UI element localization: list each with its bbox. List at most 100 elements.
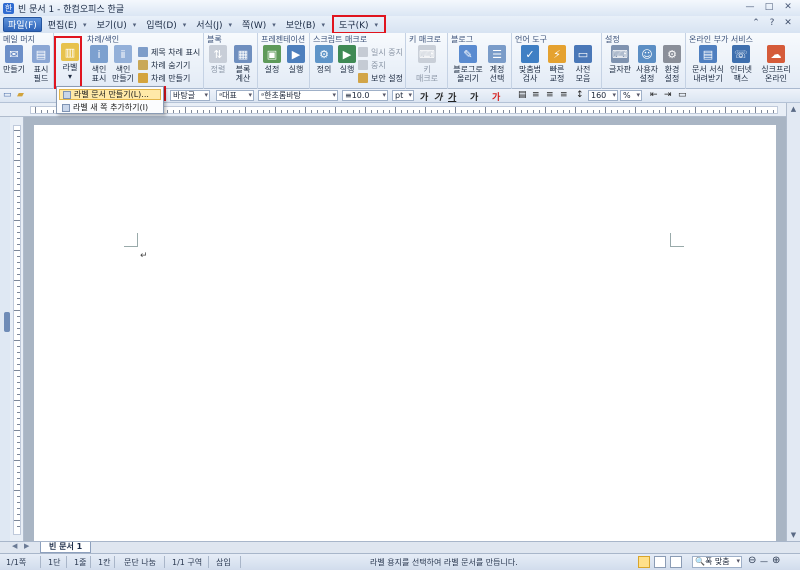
create-merge-button[interactable]: ✉ 만들기 bbox=[1, 45, 27, 74]
vertical-ruler[interactable] bbox=[10, 117, 24, 541]
menu-security[interactable]: 보안(B) ▾ bbox=[282, 17, 329, 32]
tab-scroll-right-icon[interactable]: ▶ bbox=[24, 542, 29, 550]
outdent-icon[interactable]: ⇤ bbox=[650, 90, 658, 100]
zoom-input[interactable]: 160 bbox=[588, 90, 618, 101]
page-icon[interactable]: ▭ bbox=[678, 90, 687, 100]
button-label: 온라인 bbox=[764, 74, 788, 83]
security-setting-button[interactable]: 보안 설정 bbox=[358, 72, 403, 84]
ruler-tick bbox=[497, 110, 498, 113]
side-panel-handle[interactable] bbox=[4, 312, 10, 332]
menu-format[interactable]: 서식(J) ▾ bbox=[192, 17, 236, 32]
keyboard-icon: ⌨ bbox=[611, 45, 629, 63]
ruler-tick bbox=[17, 184, 20, 185]
bold-button[interactable]: 가 bbox=[420, 90, 428, 103]
presentation-setting-button[interactable]: ▣ 설정 bbox=[259, 45, 285, 74]
zoom-in-icon[interactable]: ⊕ bbox=[772, 555, 780, 566]
blog-post-button[interactable]: ✎ 블로그로 올리기 bbox=[452, 45, 484, 83]
create-label-doc-item[interactable]: 라벨 문서 만들기(L)... bbox=[59, 89, 161, 100]
ruler-tick bbox=[191, 110, 192, 113]
syncfree-button[interactable]: ☁ 싱크프리 온라인 bbox=[758, 45, 794, 83]
macro-pause-button[interactable]: 일시 중지 bbox=[358, 46, 403, 58]
page-view-icon[interactable] bbox=[654, 556, 666, 568]
font-size-input[interactable]: ≡10.0 bbox=[342, 90, 388, 101]
scroll-down-icon[interactable]: ▼ bbox=[787, 529, 800, 541]
button-label: 표시 bbox=[91, 74, 107, 83]
zoom-unit-select[interactable]: % bbox=[620, 90, 642, 101]
maximize-icon[interactable]: □ bbox=[761, 1, 777, 14]
scroll-up-icon[interactable]: ▲ bbox=[787, 103, 800, 115]
menu-edit[interactable]: 편집(E) ▾ bbox=[44, 17, 91, 32]
close-icon[interactable]: ✕ bbox=[780, 1, 796, 14]
menu-insert[interactable]: 입력(D) ▾ bbox=[142, 17, 190, 32]
quick-correct-button[interactable]: ⚡ 빠른 교정 bbox=[544, 45, 570, 83]
toc-create-button[interactable]: 차례 만들기 bbox=[138, 72, 190, 84]
index-create-button[interactable]: ⅱ 색인 만들기 bbox=[110, 45, 136, 83]
gear-icon: ⚙ bbox=[663, 45, 681, 63]
ribbon-collapse-icon[interactable]: ⌃ bbox=[750, 18, 762, 28]
align-center-icon[interactable]: ≡ bbox=[546, 90, 554, 100]
user-setting-button[interactable]: ☺ 사용자 설정 bbox=[634, 45, 660, 83]
macro-stop-button[interactable]: 중지 bbox=[358, 59, 386, 71]
language-select[interactable]: ᵃ대표 bbox=[216, 90, 254, 101]
menu-file[interactable]: 파일(F) bbox=[3, 17, 42, 32]
env-setting-button[interactable]: ⚙ 환경 설정 bbox=[659, 45, 685, 83]
unit-select[interactable]: pt bbox=[392, 90, 414, 101]
zoom-fit-select[interactable]: 🔍폭 맞춤 bbox=[692, 556, 742, 568]
ruler-tick bbox=[47, 110, 48, 113]
tab-scroll-left-icon[interactable]: ◀ bbox=[12, 542, 17, 550]
menu-page[interactable]: 쪽(W) ▾ bbox=[238, 17, 280, 32]
tab-document-1[interactable]: 빈 문서 1 bbox=[40, 542, 92, 553]
group-block: 블록 ⇅ 정렬 ▦ 블록 계산 bbox=[204, 33, 258, 89]
account-select-button[interactable]: ☰ 계정 선택 bbox=[484, 45, 510, 83]
status-mode[interactable]: 삽입 bbox=[216, 557, 231, 568]
italic-button[interactable]: 가 bbox=[434, 90, 442, 103]
ruler-tick bbox=[563, 110, 564, 113]
toc-hide-button[interactable]: 차례 숨기기 bbox=[138, 59, 190, 71]
align-left-icon[interactable]: ≡ bbox=[532, 90, 540, 100]
menu-view[interactable]: 보기(U) ▾ bbox=[93, 17, 141, 32]
presentation-run-button[interactable]: ▶ 실행 bbox=[283, 45, 309, 74]
menu-tools[interactable]: 도구(K) ▾ bbox=[335, 17, 382, 32]
key-macro-button[interactable]: ⌨ 키 매크로 bbox=[414, 45, 440, 83]
title-toc-show-button[interactable]: 제목 차례 표시 bbox=[138, 46, 200, 58]
zoom-slider-icon[interactable]: — bbox=[760, 557, 768, 566]
block-calc-button[interactable]: ▦ 블록 계산 bbox=[230, 45, 256, 83]
help-icon[interactable]: ? bbox=[766, 18, 778, 28]
ruler-tick bbox=[353, 110, 354, 113]
ruler-tick bbox=[527, 110, 528, 113]
glyph-button[interactable]: ⌨ 글자판 bbox=[606, 45, 634, 74]
document-page[interactable]: ↵ bbox=[34, 125, 776, 555]
align-justify-icon[interactable]: ▤ bbox=[518, 90, 527, 100]
open-folder-icon[interactable]: ▰ bbox=[17, 90, 24, 100]
doc-close-icon[interactable]: ✕ bbox=[782, 18, 794, 28]
add-label-page-item[interactable]: 라벨 새 쪽 추가하기(I) bbox=[59, 102, 161, 113]
font-color-button[interactable]: 가 bbox=[492, 90, 500, 103]
minimize-icon[interactable]: — bbox=[742, 1, 758, 14]
font-select[interactable]: ᵃ한초롬바탕 bbox=[258, 90, 338, 101]
doc-template-button[interactable]: ▤ 문서 서식 내려받기 bbox=[690, 45, 726, 83]
label-button[interactable]: ▥ 라벨 ▾ bbox=[57, 43, 83, 81]
strike-button[interactable]: 가 bbox=[470, 90, 478, 103]
show-field-button[interactable]: ▤ 표시 필드 bbox=[28, 45, 54, 83]
indent-icon[interactable]: ⇥ bbox=[664, 90, 672, 100]
style-select[interactable]: 바탕글 bbox=[170, 90, 210, 101]
ruler-tick bbox=[695, 107, 696, 113]
new-doc-icon[interactable]: ▭ bbox=[3, 90, 12, 100]
ruler-tick bbox=[17, 382, 20, 383]
outline-view-icon[interactable] bbox=[670, 556, 682, 568]
sort-button[interactable]: ⇅ 정렬 bbox=[205, 45, 231, 74]
zoom-out-icon[interactable]: ⊖ bbox=[748, 555, 756, 566]
internet-fax-button[interactable]: ☏ 인터넷 팩스 bbox=[728, 45, 754, 83]
vertical-scrollbar[interactable]: ▲ ▼ bbox=[786, 103, 800, 541]
align-right-icon[interactable]: ≡ bbox=[560, 90, 568, 100]
button-label: 사용자 bbox=[635, 65, 659, 74]
spell-check-button[interactable]: ✓ 맞춤법 검사 bbox=[516, 45, 544, 83]
button-label: 빠른 bbox=[549, 65, 565, 74]
index-show-button[interactable]: ⅰ 색인 표시 bbox=[86, 45, 112, 83]
line-spacing-icon[interactable]: ↕ bbox=[576, 90, 584, 100]
macro-run-button[interactable]: ▶ 실행 bbox=[334, 45, 360, 74]
ruler-tick bbox=[17, 166, 20, 167]
dictionary-button[interactable]: ▭ 사전 모음 bbox=[570, 45, 596, 83]
normal-view-icon[interactable] bbox=[638, 556, 650, 568]
underline-button[interactable]: 가 bbox=[448, 90, 456, 103]
